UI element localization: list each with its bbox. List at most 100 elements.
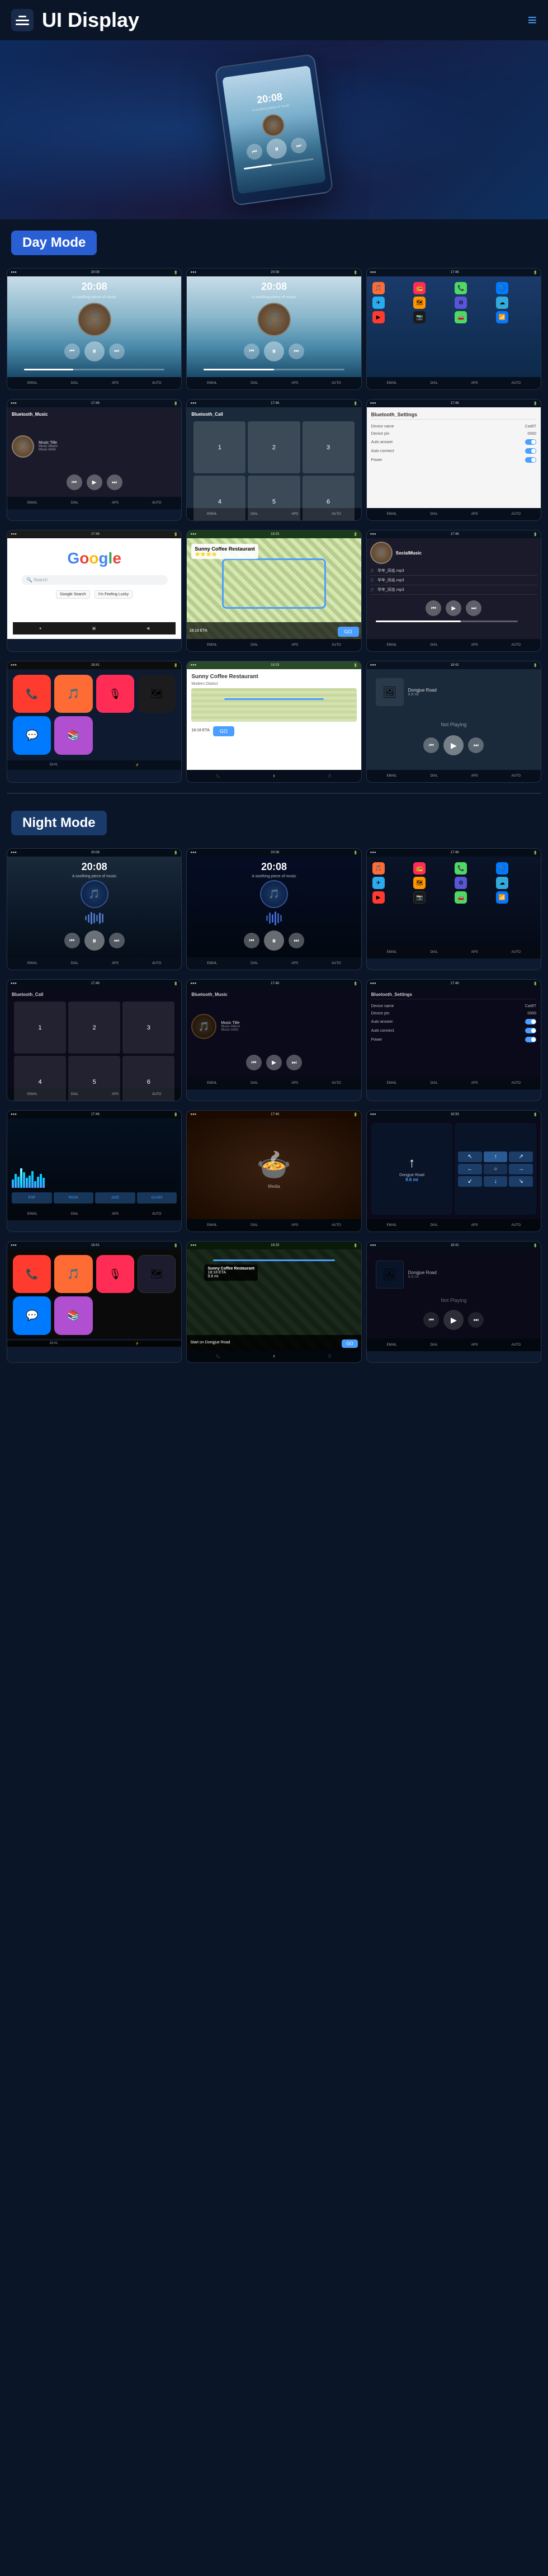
- google-search-bar[interactable]: 🔍 Search: [21, 575, 168, 585]
- menu-button[interactable]: [11, 9, 34, 31]
- app-weather[interactable]: ☁: [496, 297, 508, 309]
- app-carplay[interactable]: 🚗: [455, 311, 467, 323]
- nav-btn-up-left[interactable]: ↖: [458, 1151, 482, 1162]
- app-music[interactable]: 🎵: [372, 282, 385, 294]
- music-item-1[interactable]: 🎵 华年_同名.mp3: [370, 566, 537, 576]
- night-dial-3[interactable]: 3: [122, 1002, 174, 1054]
- nnp-next[interactable]: ⏭: [468, 1312, 484, 1328]
- night-app-settings[interactable]: ⚙: [455, 877, 467, 889]
- hero-prev-btn[interactable]: ⏮: [245, 143, 263, 161]
- sm-prev[interactable]: ⏮: [426, 600, 441, 616]
- dial-6[interactable]: 6: [303, 476, 355, 521]
- cp-phone[interactable]: 📞: [13, 675, 51, 713]
- night-dial-1[interactable]: 1: [14, 1002, 66, 1054]
- night-app-bt2[interactable]: 📶: [496, 891, 508, 904]
- app-camera[interactable]: 📷: [413, 311, 426, 323]
- ncp-phone[interactable]: 📞: [13, 1255, 51, 1293]
- prev-btn-2[interactable]: ⏮: [244, 344, 259, 359]
- app-maps[interactable]: 🗺: [413, 297, 426, 309]
- toggle-power[interactable]: [525, 457, 536, 463]
- app-phone[interactable]: 📞: [455, 282, 467, 294]
- bt-next[interactable]: ⏭: [107, 474, 122, 490]
- night-prev-1[interactable]: ⏮: [64, 933, 80, 948]
- night-toggle-answer[interactable]: [525, 1019, 536, 1024]
- night-app-yt[interactable]: ▶: [372, 891, 385, 904]
- nav-btn-down-left[interactable]: ↙: [458, 1176, 482, 1187]
- eq-rock[interactable]: ROCK: [54, 1192, 94, 1204]
- nav-btn-right[interactable]: →: [509, 1164, 533, 1174]
- music-item-2[interactable]: 🎵 华年_同名.mp3: [370, 576, 537, 585]
- nav-btn-down-right[interactable]: ↘: [509, 1176, 533, 1187]
- dial-4[interactable]: 4: [193, 476, 245, 521]
- night-go-btn[interactable]: GO: [342, 1339, 357, 1348]
- nav-btn-up[interactable]: ↑: [484, 1151, 508, 1162]
- night-play-1[interactable]: ⏸: [84, 930, 105, 951]
- bt-play[interactable]: ▶: [87, 474, 102, 490]
- cp-podcast[interactable]: 🎙: [96, 675, 134, 713]
- app-telegram[interactable]: ✈: [372, 297, 385, 309]
- play-btn-1[interactable]: ⏸: [84, 341, 105, 361]
- nav-btn-down[interactable]: ↓: [484, 1176, 508, 1187]
- nav-icon[interactable]: ≡: [528, 11, 537, 29]
- cp-audiobooks[interactable]: 📚: [54, 716, 92, 754]
- ncp-books[interactable]: 📚: [54, 1296, 92, 1334]
- go-btn-restaurant[interactable]: GO: [213, 726, 234, 736]
- eq-jazz[interactable]: JAZZ: [95, 1192, 135, 1204]
- night-play-2[interactable]: ⏸: [264, 930, 284, 951]
- night-bt-prev[interactable]: ⏮: [246, 1055, 262, 1070]
- night-bt-play[interactable]: ▶: [266, 1055, 282, 1070]
- toggle-connect[interactable]: [525, 448, 536, 454]
- bt-prev[interactable]: ⏮: [67, 474, 82, 490]
- night-dial-2[interactable]: 2: [68, 1002, 120, 1054]
- prev-btn-1[interactable]: ⏮: [64, 344, 80, 359]
- night-next-1[interactable]: ⏭: [109, 933, 125, 948]
- nnp-play[interactable]: ▶: [443, 1310, 464, 1330]
- eq-pop[interactable]: POP: [12, 1192, 52, 1204]
- night-app-weather[interactable]: ☁: [496, 877, 508, 889]
- night-app-radio[interactable]: 📻: [413, 862, 426, 875]
- next-btn-1[interactable]: ⏭: [109, 344, 125, 359]
- night-next-2[interactable]: ⏭: [289, 933, 304, 948]
- np-prev[interactable]: ⏮: [423, 737, 439, 753]
- lucky-btn[interactable]: I'm Feeling Lucky: [95, 590, 133, 599]
- music-item-3[interactable]: 🎵 华年_同名.mp3: [370, 585, 537, 595]
- night-app-maps[interactable]: 🗺: [413, 877, 426, 889]
- nnp-prev[interactable]: ⏮: [423, 1312, 439, 1328]
- google-search-btn[interactable]: Google Search: [56, 590, 90, 599]
- ncp-podcast[interactable]: 🎙: [96, 1255, 134, 1293]
- sm-play[interactable]: ▶: [446, 600, 461, 616]
- app-settings[interactable]: ⚙: [455, 297, 467, 309]
- ncp-music[interactable]: 🎵: [54, 1255, 92, 1293]
- app-bt[interactable]: 🔵: [496, 282, 508, 294]
- go-button[interactable]: GO: [338, 627, 359, 637]
- toggle-answer[interactable]: [525, 439, 536, 445]
- app-radio[interactable]: 📻: [413, 282, 426, 294]
- night-app-cam[interactable]: 📷: [413, 891, 426, 904]
- hero-next-btn[interactable]: ⏭: [290, 137, 308, 154]
- next-btn-2[interactable]: ⏭: [289, 344, 304, 359]
- night-app-music[interactable]: 🎵: [372, 862, 385, 875]
- np-play[interactable]: ▶: [443, 735, 464, 755]
- np-next[interactable]: ⏭: [468, 737, 484, 753]
- cp-music[interactable]: 🎵: [54, 675, 92, 713]
- cp-waze[interactable]: 🗺: [138, 675, 176, 713]
- night-prev-2[interactable]: ⏮: [244, 933, 259, 948]
- cp-messages[interactable]: 💬: [13, 716, 51, 754]
- night-bt-next[interactable]: ⏭: [286, 1055, 302, 1070]
- night-app-bt[interactable]: 🔵: [496, 862, 508, 875]
- nav-btn-up-right[interactable]: ↗: [509, 1151, 533, 1162]
- ncp-messages[interactable]: 💬: [13, 1296, 51, 1334]
- night-app-phone[interactable]: 📞: [455, 862, 467, 875]
- eq-classic[interactable]: CLASS: [137, 1192, 177, 1204]
- app-bt2[interactable]: 📶: [496, 311, 508, 323]
- nav-btn-center[interactable]: ○: [484, 1164, 508, 1174]
- night-toggle-power[interactable]: [525, 1037, 536, 1042]
- dial-3[interactable]: 3: [303, 421, 355, 473]
- night-dial-6[interactable]: 6: [122, 1056, 174, 1101]
- app-youtube[interactable]: ▶: [372, 311, 385, 323]
- hero-play-btn[interactable]: ⏸: [265, 137, 288, 160]
- night-app-tg[interactable]: ✈: [372, 877, 385, 889]
- night-toggle-connect[interactable]: [525, 1028, 536, 1033]
- play-btn-2[interactable]: ⏸: [264, 341, 284, 361]
- ncp-waze[interactable]: 🗺: [138, 1255, 176, 1293]
